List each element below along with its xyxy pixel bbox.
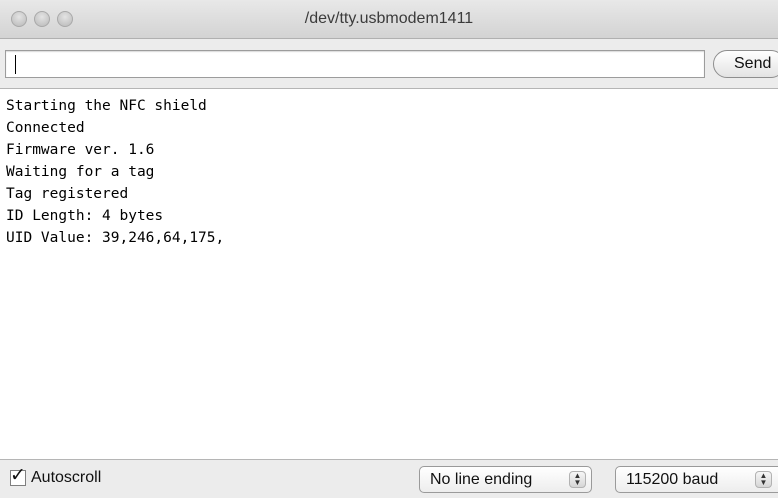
console-line: Firmware ver. 1.6 <box>6 142 155 158</box>
send-bar: Send <box>0 39 778 89</box>
console-line: Connected <box>6 120 85 136</box>
console-line: UID Value: 39,246,64,175, <box>6 230 225 246</box>
baud-rate-select[interactable]: 115200 baud ▲ ▼ <box>615 466 778 493</box>
serial-monitor-window: /dev/tty.usbmodem1411 Send Starting the … <box>0 0 778 498</box>
console-line: Tag registered <box>6 186 129 202</box>
console-line: ID Length: 4 bytes <box>6 208 164 224</box>
autoscroll-label: Autoscroll <box>31 469 102 486</box>
status-bar: ✓ Autoscroll No line ending ▲ ▼ 115200 ba… <box>0 460 778 498</box>
window-title: /dev/tty.usbmodem1411 <box>304 10 474 27</box>
title-bar: /dev/tty.usbmodem1411 <box>0 0 778 39</box>
line-ending-select[interactable]: No line ending ▲ ▼ <box>419 466 592 493</box>
serial-output-console[interactable]: Starting the NFC shield Connected Firmwa… <box>0 89 778 460</box>
text-caret <box>15 55 16 74</box>
line-ending-value: No line ending <box>430 471 533 488</box>
autoscroll-checkbox[interactable]: ✓ <box>10 466 26 486</box>
baud-rate-value: 115200 baud <box>626 471 719 488</box>
checkmark-icon: ✓ <box>10 465 26 486</box>
console-line: Starting the NFC shield <box>6 98 207 114</box>
send-button[interactable]: Send <box>713 50 778 78</box>
up-down-arrows-icon: ▲ ▼ <box>569 471 586 488</box>
serial-input-field[interactable] <box>5 50 705 78</box>
console-line: Waiting for a tag <box>6 164 155 180</box>
up-down-arrows-icon: ▲ ▼ <box>755 471 772 488</box>
